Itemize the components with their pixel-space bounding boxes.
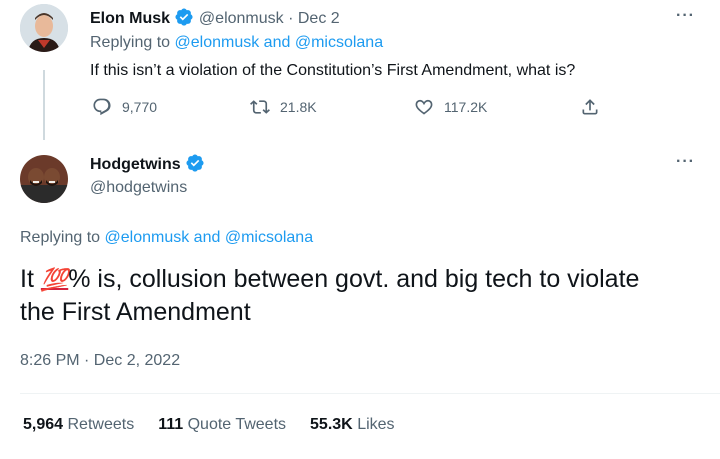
quote-tweets-stat[interactable]: 111 Quote Tweets: [158, 416, 286, 434]
separator-dot: ·: [288, 10, 294, 27]
reply-and[interactable]: and: [264, 34, 291, 51]
replying-prefix: Replying to: [90, 34, 171, 51]
retweet-count: 21.8K: [280, 99, 317, 115]
hodgetwins-avatar[interactable]: [20, 155, 68, 203]
parent-more-button[interactable]: ···: [676, 7, 695, 25]
parent-header: Elon Musk @elonmusk · Dec 2: [90, 7, 340, 28]
main-more-button[interactable]: ···: [676, 153, 695, 171]
tweet-stats: 5,964 Retweets 111 Quote Tweets 55.3K Li…: [23, 416, 395, 434]
hundred-points-emoji: 💯: [40, 267, 69, 292]
parent-date[interactable]: Dec 2: [298, 10, 340, 27]
likes-stat[interactable]: 55.3K Likes: [310, 416, 395, 434]
main-author-name[interactable]: Hodgetwins: [90, 156, 181, 173]
reply-and[interactable]: and: [194, 229, 221, 246]
verified-badge-icon: [175, 8, 194, 26]
share-icon: [582, 99, 598, 115]
like-action[interactable]: 117.2K: [414, 97, 487, 117]
like-count: 117.2K: [444, 99, 488, 115]
main-author-handle[interactable]: @hodgetwins: [90, 179, 187, 197]
verified-badge-icon: [186, 154, 204, 172]
share-action[interactable]: [580, 97, 600, 117]
reply-count: 9,770: [122, 99, 158, 115]
reply-mention-elonmusk[interactable]: @elonmusk: [105, 229, 190, 246]
likes-label: Likes: [357, 416, 395, 433]
tweet-text-rest: % is, collusion between govt. and big te…: [20, 265, 640, 326]
reply-action[interactable]: 9,770: [92, 97, 157, 117]
tweet-timestamp[interactable]: 8:26 PM · Dec 2, 2022: [20, 352, 180, 370]
reply-icon: [93, 98, 111, 116]
reply-mention-micsolana[interactable]: @micsolana: [225, 229, 313, 246]
thread-connector: [43, 70, 45, 140]
retweets-stat[interactable]: 5,964 Retweets: [23, 416, 134, 434]
tweet-text-start: It: [20, 265, 41, 293]
reply-mention-elonmusk[interactable]: @elonmusk: [175, 34, 260, 51]
retweets-count: 5,964: [23, 416, 64, 433]
main-header: Hodgetwins: [90, 153, 205, 174]
heart-icon: [415, 99, 433, 115]
parent-tweet-text: If this isn’t a violation of the Constit…: [90, 62, 576, 79]
parent-author-handle[interactable]: @elonmusk: [199, 10, 284, 27]
main-replying-to: Replying to @elonmusk and @micsolana: [20, 229, 313, 247]
parent-author-name[interactable]: Elon Musk: [90, 10, 170, 27]
likes-count: 55.3K: [310, 416, 353, 433]
retweet-action[interactable]: 21.8K: [250, 97, 317, 117]
replying-prefix: Replying to: [20, 229, 101, 246]
parent-replying-to: Replying to @elonmusk and @micsolana: [90, 34, 383, 52]
reply-mention-micsolana[interactable]: @micsolana: [295, 34, 383, 51]
retweet-icon: [250, 100, 270, 114]
main-tweet-text: It 💯% is, collusion between govt. and bi…: [20, 263, 680, 329]
retweets-label: Retweets: [67, 416, 135, 433]
divider-top: [20, 393, 720, 394]
elon-avatar[interactable]: [20, 4, 68, 52]
quote-tweets-label: Quote Tweets: [187, 416, 287, 433]
quote-tweets-count: 111: [158, 416, 184, 433]
